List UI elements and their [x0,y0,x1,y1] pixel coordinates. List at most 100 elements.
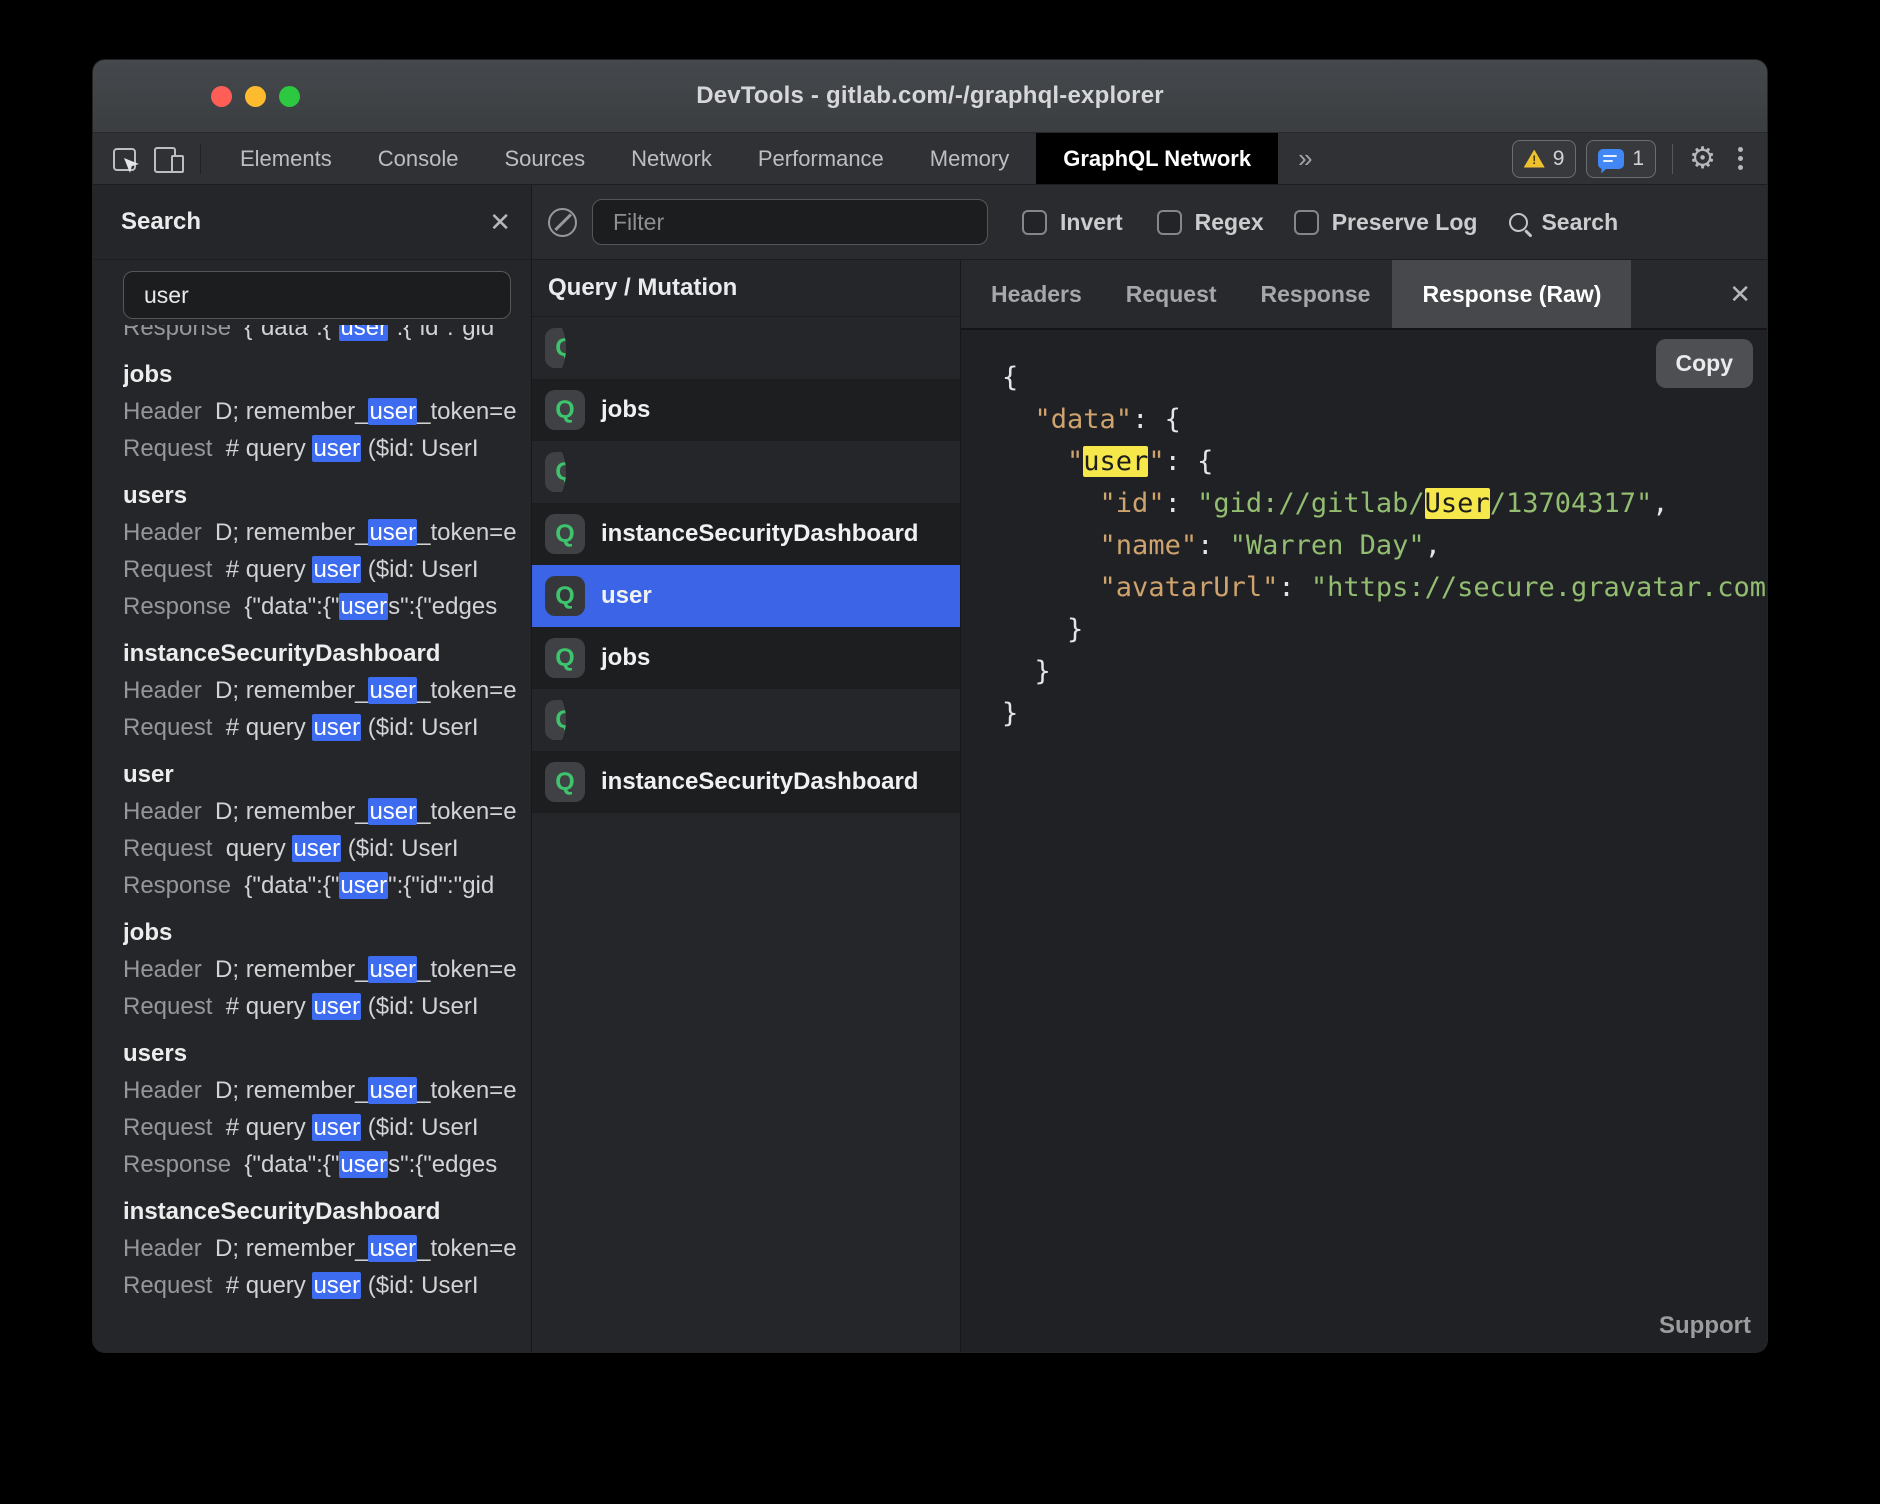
regex-checkbox[interactable] [1157,210,1182,235]
kebab-menu-icon[interactable] [1738,147,1743,170]
search-result-row[interactable]: Response {"data":{"user":{"id":"gid [123,867,531,904]
search-result-row[interactable]: Request query user ($id: UserI [123,830,531,867]
search-panel: Search ✕ Response {"data":{"user":{"id":… [93,185,532,1352]
query-list-item-label: instanceSecurityDashboard [601,768,918,796]
search-result-row[interactable]: Header D; remember_user_token=e [123,672,531,709]
close-detail-icon[interactable]: ✕ [1729,281,1751,307]
search-result-row[interactable]: Response {"data":{"users":{"edges [123,588,531,625]
tab-headers[interactable]: Headers [969,260,1104,328]
search-icon[interactable] [1509,213,1528,232]
json-body: { "data": { "user": { "id": "gid://gitla… [1002,357,1767,1352]
query-list-item[interactable]: Qusers [532,441,566,503]
search-result-group-title[interactable]: jobs [123,914,531,951]
issues-badge[interactable]: 1 [1586,140,1656,178]
search-result-group-title[interactable]: instanceSecurityDashboard [123,635,531,672]
search-input[interactable] [123,271,511,319]
search-result-group-title[interactable]: users [123,477,531,514]
query-list-item[interactable]: Quser [532,317,566,379]
query-list-item-label: instanceSecurityDashboard [601,520,918,548]
tab-performance[interactable]: Performance [735,133,907,184]
query-list-item-label: user [601,582,652,610]
query-list-item[interactable]: Quser [532,565,960,627]
warnings-badge[interactable]: ! 9 [1512,140,1577,178]
query-type-badge: Q [545,514,585,554]
response-raw-view: Copy { "data": { "user": { "id": "gid://… [961,330,1767,1352]
tab-elements[interactable]: Elements [217,133,355,184]
panel-tabs: ElementsConsoleSourcesNetworkPerformance… [217,133,1032,184]
query-list-item[interactable]: Qjobs [532,627,960,689]
json-line: } [1002,609,1767,651]
json-line: } [1002,693,1767,735]
json-line: "user": { [1002,441,1767,483]
title-bar: DevTools - gitlab.com/-/graphql-explorer [93,60,1767,133]
search-result-row[interactable]: Request # query user ($id: UserI [123,430,531,467]
search-panel-header: Search ✕ [93,185,531,260]
device-toolbar-icon[interactable] [154,145,184,173]
search-result-row[interactable]: Request # query user ($id: UserI [123,551,531,588]
search-result-row[interactable]: Request # query user ($id: UserI [123,1109,531,1146]
invert-checkbox[interactable] [1022,210,1047,235]
query-type-badge: Q [545,390,585,430]
search-results: Response {"data":{"user":{"id":"gidjobsH… [93,325,531,1352]
regex-option: Regex [1157,209,1264,236]
tab-memory[interactable]: Memory [907,133,1032,184]
search-result-row[interactable]: Header D; remember_user_token=e [123,1230,531,1267]
search-label: Search [1541,209,1618,236]
tab-graphql-network[interactable]: GraphQL Network [1036,133,1278,184]
preserve-log-option: Preserve Log [1294,209,1478,236]
preserve-log-label: Preserve Log [1332,209,1478,236]
query-list-header: Query / Mutation [532,260,960,317]
filter-toolbar: Invert Regex Preserve Log Search [532,185,1767,260]
search-result-row[interactable]: Response {"data":{"users":{"edges [123,1146,531,1183]
clear-log-icon[interactable] [548,208,577,237]
issue-count: 1 [1632,147,1644,171]
filter-input[interactable] [592,199,988,245]
query-type-badge: Q [545,452,566,492]
tab-network[interactable]: Network [608,133,735,184]
close-search-icon[interactable]: ✕ [489,209,511,235]
json-line: "avatarUrl": "https://secure.gravatar.co… [1002,567,1767,609]
query-type-badge: Q [545,700,566,740]
more-tabs-icon[interactable]: » [1278,143,1332,174]
support-link[interactable]: Support [1659,1312,1751,1340]
search-result-row[interactable]: Request # query user ($id: UserI [123,988,531,1025]
search-result-group-title[interactable]: jobs [123,356,531,393]
query-list-item[interactable]: Qusers [532,689,566,751]
tab-console[interactable]: Console [355,133,482,184]
minimize-window-button[interactable] [245,86,266,107]
search-result-row[interactable]: Response {"data":{"user":{"id":"gid [123,325,531,346]
search-result-row[interactable]: Request # query user ($id: UserI [123,709,531,746]
query-list: QuserQjobsQusersQinstanceSecurityDashboa… [532,317,960,813]
search-result-row[interactable]: Request # query user ($id: UserI [123,1267,531,1304]
zoom-window-button[interactable] [279,86,300,107]
query-list-item-label: jobs [601,644,650,672]
preserve-log-checkbox[interactable] [1294,210,1319,235]
search-result-row[interactable]: Header D; remember_user_token=e [123,1072,531,1109]
main-area: Search ✕ Response {"data":{"user":{"id":… [93,185,1767,1352]
query-list-item[interactable]: Qjobs [532,379,960,441]
search-result-row[interactable]: Header D; remember_user_token=e [123,393,531,430]
inspect-element-icon[interactable] [113,146,138,171]
tab-response[interactable]: Response [1239,260,1393,328]
query-type-badge: Q [545,762,585,802]
search-result-row[interactable]: Header D; remember_user_token=e [123,951,531,988]
search-result-row[interactable]: Header D; remember_user_token=e [123,793,531,830]
tab-request[interactable]: Request [1104,260,1239,328]
traffic-lights [211,60,300,132]
search-result-group-title[interactable]: users [123,1035,531,1072]
search-result-group-title[interactable]: user [123,756,531,793]
warning-icon: ! [1524,150,1545,168]
query-type-badge: Q [545,328,566,368]
tab-response-raw[interactable]: Response (Raw) [1392,260,1631,328]
json-line: { [1002,357,1767,399]
close-window-button[interactable] [211,86,232,107]
gear-icon[interactable]: ⚙ [1689,144,1716,174]
tab-sources[interactable]: Sources [481,133,608,184]
search-result-group-title[interactable]: instanceSecurityDashboard [123,1193,531,1230]
search-result-row[interactable]: Header D; remember_user_token=e [123,514,531,551]
panels-below-toolbar: Query / Mutation QuserQjobsQusersQinstan… [532,260,1767,1352]
query-list-item[interactable]: QinstanceSecurityDashboard [532,503,960,565]
json-line: "data": { [1002,399,1767,441]
query-list-item[interactable]: QinstanceSecurityDashboard [532,751,960,813]
query-type-badge: Q [545,576,585,616]
